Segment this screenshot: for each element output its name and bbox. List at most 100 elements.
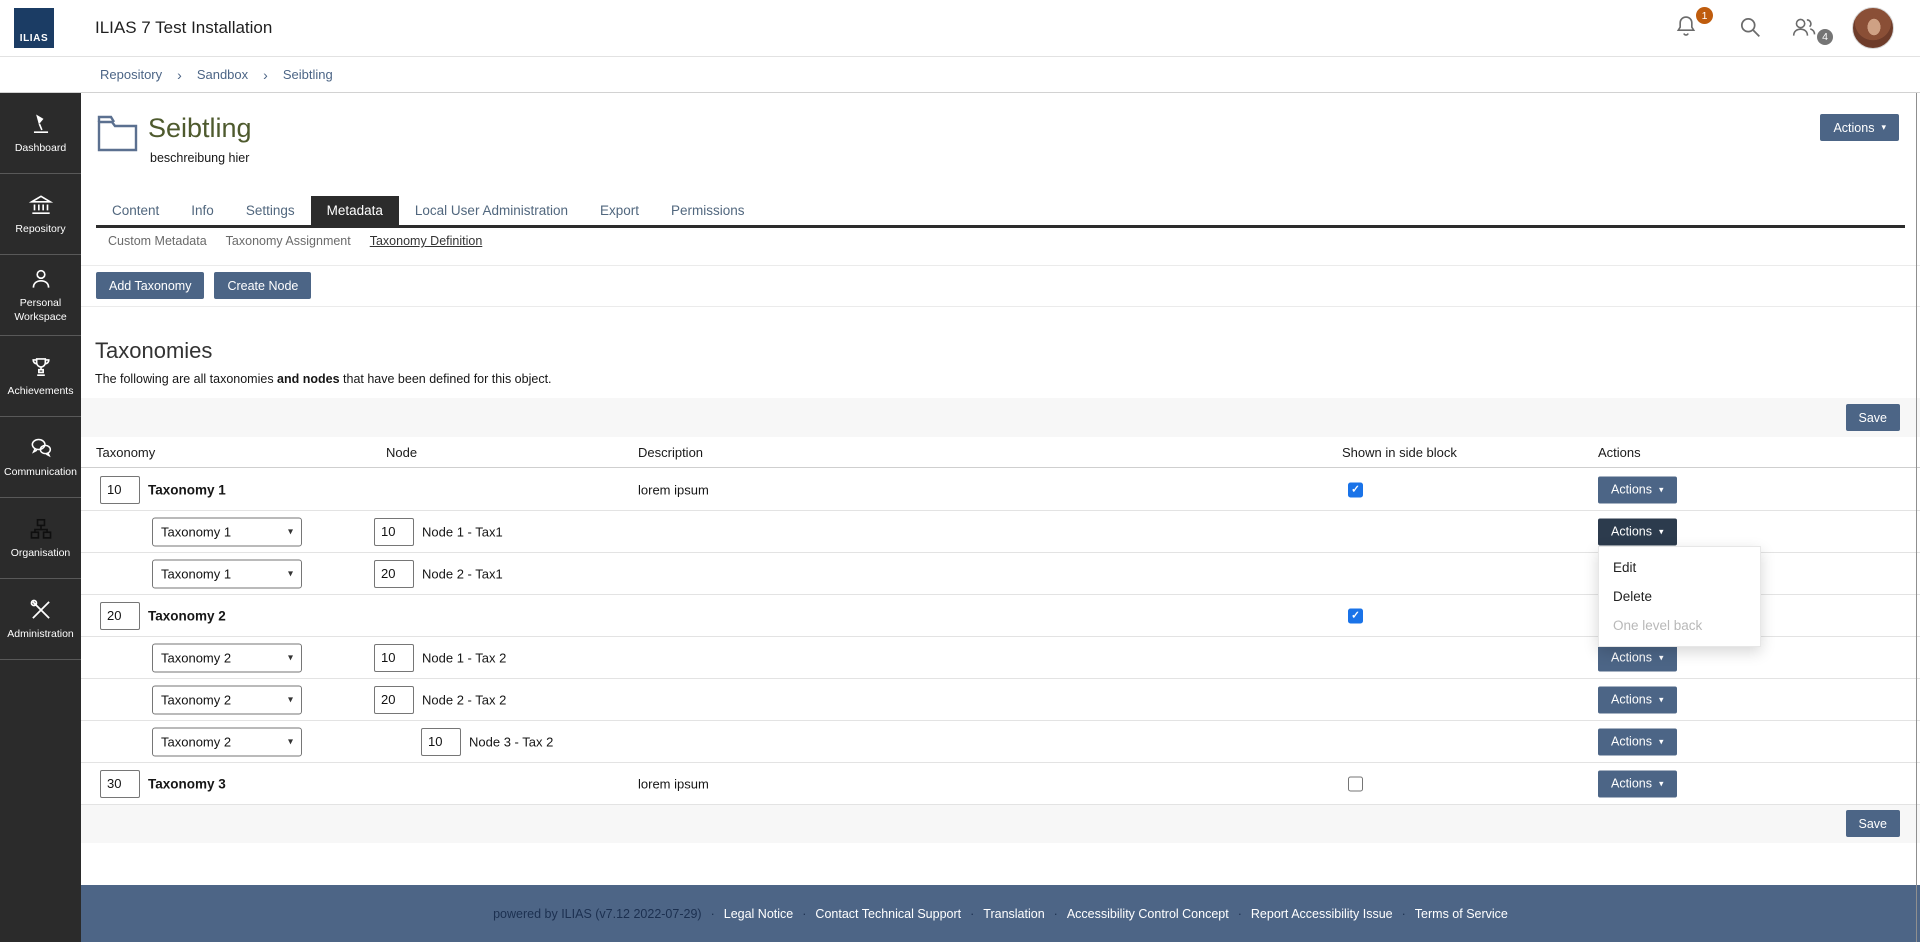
- taxonomy-select-value: Taxonomy 2: [161, 734, 231, 749]
- sidebar-label: Achievements: [8, 385, 74, 398]
- tab-local-user-administration[interactable]: Local User Administration: [399, 196, 584, 225]
- shown-in-side-block-checkbox[interactable]: ✓: [1348, 482, 1363, 497]
- subtab-custom-metadata[interactable]: Custom Metadata: [108, 234, 207, 248]
- tab-export[interactable]: Export: [584, 196, 655, 225]
- node-title: Node 2 - Tax 2: [422, 692, 506, 707]
- taxonomy-select[interactable]: Taxonomy 2▾: [152, 685, 302, 714]
- ilias-logo-text: ILIAS: [20, 33, 49, 44]
- footer-link-legal-notice[interactable]: Legal Notice: [724, 907, 794, 921]
- subtab-taxonomy-assignment[interactable]: Taxonomy Assignment: [226, 234, 351, 248]
- subtab-taxonomy-definition[interactable]: Taxonomy Definition: [370, 234, 483, 248]
- row-actions-button[interactable]: Actions▾: [1598, 770, 1677, 797]
- tab-bar: Content Info Settings Metadata Local Use…: [96, 196, 1905, 228]
- sidebar-label: Dashboard: [15, 142, 66, 155]
- user-avatar[interactable]: [1852, 7, 1894, 49]
- scrollbar[interactable]: [1916, 93, 1917, 942]
- person-icon: [28, 266, 54, 292]
- contacts-icon: [1788, 13, 1820, 41]
- sidebar-item-administration[interactable]: Administration: [0, 579, 81, 660]
- order-input[interactable]: [374, 518, 414, 546]
- repository-bank-icon: [28, 192, 54, 218]
- chat-bubbles-icon: [28, 435, 54, 461]
- order-input[interactable]: [100, 476, 140, 504]
- footer-link-contact-technical-support[interactable]: Contact Technical Support: [815, 907, 961, 921]
- search-button[interactable]: [1736, 13, 1764, 46]
- sidebar-label: Administration: [7, 628, 74, 641]
- dashboard-lamp-icon: [28, 111, 54, 137]
- node-title: Node 1 - Tax 2: [422, 650, 506, 665]
- save-button-top[interactable]: Save: [1846, 404, 1901, 431]
- breadcrumb-item-sandbox[interactable]: Sandbox: [197, 67, 248, 82]
- tab-info[interactable]: Info: [175, 196, 230, 225]
- sidebar-item-communication[interactable]: Communication: [0, 417, 81, 498]
- footer-link-terms-of-service[interactable]: Terms of Service: [1415, 907, 1508, 921]
- taxonomy-select-value: Taxonomy 1: [161, 524, 231, 539]
- tab-metadata[interactable]: Metadata: [311, 196, 399, 225]
- save-button-bottom[interactable]: Save: [1846, 810, 1901, 837]
- actions-label: Actions: [1611, 693, 1652, 707]
- actions-label: Actions: [1611, 651, 1652, 665]
- tab-settings[interactable]: Settings: [230, 196, 311, 225]
- subtitle-bold-text: and nodes: [277, 372, 340, 386]
- row-actions-button[interactable]: Actions ▾: [1598, 476, 1677, 503]
- footer-link-accessibility-control-concept[interactable]: Accessibility Control Concept: [1067, 907, 1229, 921]
- row-actions-button[interactable]: Actions ▾: [1598, 686, 1677, 713]
- sidebar-item-achievements[interactable]: Achievements: [0, 336, 81, 417]
- sidebar-item-organisation[interactable]: Organisation: [0, 498, 81, 579]
- powered-by-text: powered by ILIAS (v7.12 2022-07-29): [493, 907, 701, 921]
- row-actions-button[interactable]: Actions▾: [1598, 728, 1677, 755]
- sidebar-label: Personal Workspace: [2, 297, 79, 323]
- taxonomy-select-value: Taxonomy 2: [161, 692, 231, 707]
- shown-in-side-block-checkbox[interactable]: ✓: [1348, 608, 1363, 623]
- sidebar-item-dashboard[interactable]: Dashboard: [0, 93, 81, 174]
- order-input[interactable]: [421, 728, 461, 756]
- breadcrumb-item-repository[interactable]: Repository: [100, 67, 162, 82]
- order-input[interactable]: [374, 644, 414, 672]
- table-bottom-bar: Save: [81, 805, 1920, 843]
- order-input[interactable]: [100, 770, 140, 798]
- create-node-button[interactable]: Create Node: [214, 272, 311, 299]
- taxonomy-select[interactable]: Taxonomy 2▾: [152, 643, 302, 672]
- taxonomy-select[interactable]: Taxonomy 1▾: [152, 559, 302, 588]
- top-bar: ILIAS ILIAS 7 Test Installation 1 4: [0, 0, 1920, 57]
- sidebar-item-personal-workspace[interactable]: Personal Workspace: [0, 255, 81, 336]
- check-icon: ✓: [1351, 484, 1360, 495]
- row-actions-button[interactable]: Actions ▾: [1598, 644, 1677, 671]
- footer-link-translation[interactable]: Translation: [983, 907, 1044, 921]
- tab-permissions[interactable]: Permissions: [655, 196, 761, 225]
- chevron-down-icon: ▾: [288, 652, 293, 663]
- ilias-logo[interactable]: ILIAS: [14, 8, 54, 48]
- order-input[interactable]: [374, 560, 414, 588]
- page-actions-button[interactable]: Actions ▾: [1820, 114, 1899, 141]
- node-title: Node 3 - Tax 2: [469, 734, 553, 749]
- caret-down-icon: ▾: [1659, 695, 1664, 704]
- contacts-button[interactable]: [1788, 13, 1820, 46]
- breadcrumb-item-seibtling[interactable]: Seibtling: [283, 67, 333, 82]
- footer-link-report-accessibility-issue[interactable]: Report Accessibility Issue: [1251, 907, 1393, 921]
- taxonomy-select[interactable]: Taxonomy 1 ▾: [152, 517, 302, 546]
- caret-down-icon: ▾: [1659, 653, 1664, 662]
- shown-in-side-block-checkbox[interactable]: ✓: [1348, 776, 1363, 791]
- taxonomy-select[interactable]: Taxonomy 2▾: [152, 727, 302, 756]
- node-title: Node 2 - Tax1: [422, 566, 503, 581]
- tab-content[interactable]: Content: [96, 196, 175, 225]
- actions-label: Actions: [1611, 483, 1652, 497]
- trophy-icon: [28, 354, 54, 380]
- page-title: Seibtling: [148, 113, 252, 144]
- menu-item-edit[interactable]: Edit: [1599, 553, 1760, 582]
- menu-item-delete[interactable]: Delete: [1599, 582, 1760, 611]
- chevron-down-icon: ▾: [288, 526, 293, 537]
- row-actions-button-open[interactable]: Actions▾: [1598, 518, 1677, 545]
- caret-down-icon: ▾: [1659, 485, 1664, 494]
- sidebar-item-repository[interactable]: Repository: [0, 174, 81, 255]
- actions-label: Actions: [1611, 777, 1652, 791]
- section-title: Taxonomies: [95, 338, 212, 364]
- tools-icon: [28, 597, 54, 623]
- table-top-bar: Save: [81, 398, 1920, 437]
- order-input[interactable]: [100, 602, 140, 630]
- footer-separator: ·: [802, 907, 806, 921]
- column-header-shown-in-side-block: Shown in side block: [1342, 437, 1457, 468]
- footer-separator: ·: [970, 907, 974, 921]
- add-taxonomy-button[interactable]: Add Taxonomy: [96, 272, 204, 299]
- order-input[interactable]: [374, 686, 414, 714]
